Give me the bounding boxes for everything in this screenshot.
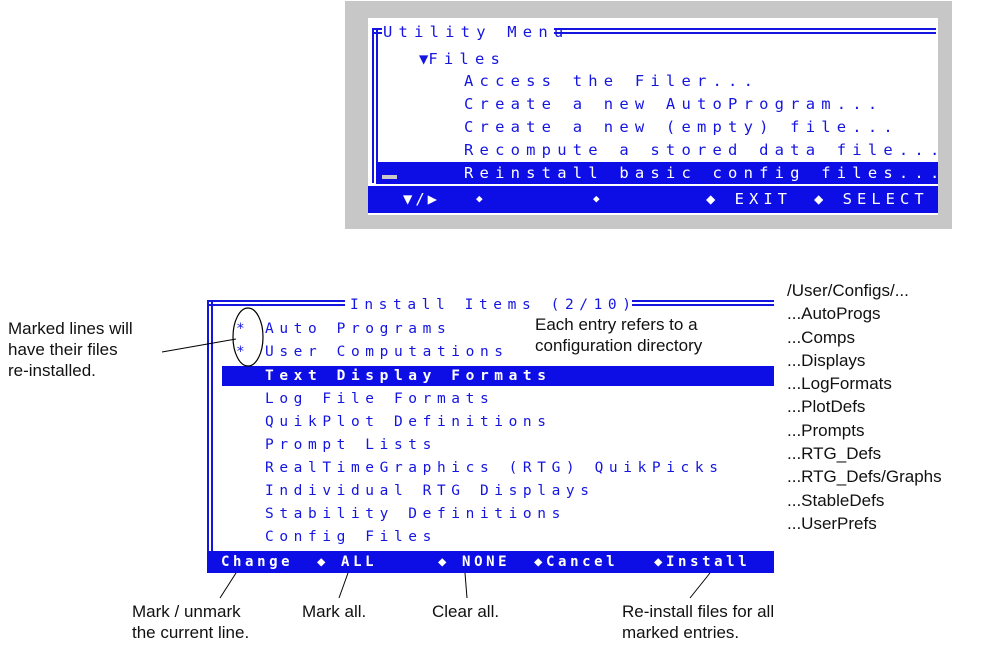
install-item-quikplot-definitions[interactable]: QuikPlot Definitions — [265, 413, 552, 431]
install-left-border — [207, 300, 213, 554]
cursor-block — [382, 175, 397, 179]
marked-lines-leader — [161, 338, 237, 353]
marked-lines-note: Marked lines will have their files re-in… — [8, 318, 133, 381]
nav-arrows-hint: ▼/▶ — [403, 190, 440, 208]
change-note-line-1: Mark / unmark — [132, 602, 241, 621]
directory-logformats: ...LogFormats — [787, 374, 892, 394]
directory-comps: ...Comps — [787, 327, 856, 347]
install-item-text-display-formats: Text Display Formats — [265, 368, 552, 384]
footer-diamond-2[interactable]: ◆ — [593, 190, 606, 208]
directory-root: /User/Configs/... — [787, 281, 909, 300]
utility-menu-footer-bar: ▼/▶ ◆ ◆ ◆ EXIT ◆ SELECT — [368, 186, 938, 213]
entry-directory-note: Each entry refers to a configuration dir… — [533, 314, 705, 356]
none-softkey[interactable]: ◆ NONE — [438, 553, 510, 571]
menu-item-reinstall-config: Reinstall basic config files... — [464, 164, 946, 182]
utility-menu-panel: Utility Menu ▼Files Access the Filer... … — [345, 1, 952, 229]
directory-displays: ...Displays — [787, 350, 866, 370]
utility-menu-left-border — [372, 28, 378, 183]
directory-stabledefs: ...StableDefs — [787, 490, 885, 510]
install-item-prompt-lists[interactable]: Prompt Lists — [265, 436, 437, 454]
install-softkey[interactable]: ◆Install — [654, 553, 750, 571]
install-selected-row-highlight[interactable]: Text Display Formats — [222, 366, 774, 386]
directory-list: /User/Configs/... ...AutoProgs ...Comps … — [787, 280, 942, 536]
none-leader — [464, 572, 468, 599]
install-note: Re-install files for all marked entries. — [622, 601, 774, 643]
change-leader — [219, 572, 237, 599]
install-item-stability-definitions[interactable]: Stability Definitions — [265, 505, 566, 523]
utility-menu-screen: Utility Menu ▼Files Access the Filer... … — [368, 18, 939, 215]
none-note: Clear all. — [432, 601, 499, 622]
exit-softkey[interactable]: ◆ EXIT — [706, 190, 792, 208]
install-item-user-computations[interactable]: User Computations — [265, 343, 509, 361]
install-item-log-file-formats[interactable]: Log File Formats — [265, 390, 494, 408]
directory-userprefs: ...UserPrefs — [787, 513, 877, 533]
none-note-line-1: Clear all. — [432, 602, 500, 621]
install-items-title: Install Items (2/10) — [350, 297, 637, 313]
directory-prompts: ...Prompts — [787, 420, 865, 440]
install-note-line-2: marked entries. — [622, 623, 740, 642]
install-leader — [689, 572, 711, 599]
directory-rtg-defs-graphs: ...RTG_Defs/Graphs — [787, 467, 942, 487]
change-note: Mark / unmark the current line. — [132, 601, 249, 643]
entry-directory-note-line-2: configuration directory — [535, 336, 703, 355]
mark-asterisk-auto-programs: * — [236, 321, 251, 337]
mark-asterisk-user-computations: * — [236, 344, 251, 360]
marked-lines-note-line-3: re-installed. — [8, 361, 96, 380]
utility-menu-top-border-left — [372, 28, 382, 34]
section-collapse-triangle-icon: ▼ — [419, 50, 429, 68]
install-top-border-left — [207, 300, 345, 306]
all-note: Mark all. — [302, 601, 366, 622]
cancel-softkey[interactable]: ◆Cancel — [534, 553, 618, 571]
directory-rtg-defs: ...RTG_Defs — [787, 444, 882, 464]
install-note-line-1: Re-install files for all — [622, 602, 775, 621]
menu-item-create-autoprogram[interactable]: Create a new AutoProgram... — [464, 95, 883, 113]
all-note-line-1: Mark all. — [302, 602, 367, 621]
install-footer-bar: Change ◆ ALL ◆ NONE ◆Cancel ◆Install — [207, 551, 774, 573]
install-item-config-files[interactable]: Config Files — [265, 528, 437, 546]
footer-diamond-1[interactable]: ◆ — [476, 190, 489, 208]
marked-lines-note-line-1: Marked lines will — [8, 319, 133, 338]
directory-plotdefs: ...PlotDefs — [787, 397, 866, 417]
install-item-rtg-quikpicks[interactable]: RealTimeGraphics (RTG) QuikPicks — [265, 459, 724, 477]
install-item-auto-programs[interactable]: Auto Programs — [265, 320, 451, 338]
select-softkey[interactable]: ◆ SELECT — [814, 190, 929, 208]
install-item-individual-rtg-displays[interactable]: Individual RTG Displays — [265, 482, 595, 500]
marked-lines-note-line-2: have their files — [8, 340, 118, 359]
directory-autoprogs: ...AutoProgs — [787, 304, 881, 324]
selected-row-highlight[interactable]: Reinstall basic config files... — [376, 162, 939, 184]
all-softkey[interactable]: ◆ ALL — [317, 553, 377, 571]
menu-item-access-filer[interactable]: Access the Filer... — [464, 72, 759, 90]
files-section-label: Files — [428, 50, 507, 68]
entry-directory-note-line-1: Each entry refers to a — [535, 315, 698, 334]
install-top-border-right — [632, 300, 774, 306]
utility-menu-top-border-right — [554, 28, 936, 34]
menu-item-recompute-data-file[interactable]: Recompute a stored data file... — [464, 141, 946, 159]
change-note-line-2: the current line. — [132, 623, 250, 642]
all-leader — [338, 572, 349, 599]
change-softkey[interactable]: Change — [221, 553, 293, 571]
files-section-header[interactable]: ▼Files — [419, 50, 506, 68]
menu-item-create-empty-file[interactable]: Create a new (empty) file... — [464, 118, 899, 136]
utility-menu-title: Utility Menu — [383, 23, 570, 41]
